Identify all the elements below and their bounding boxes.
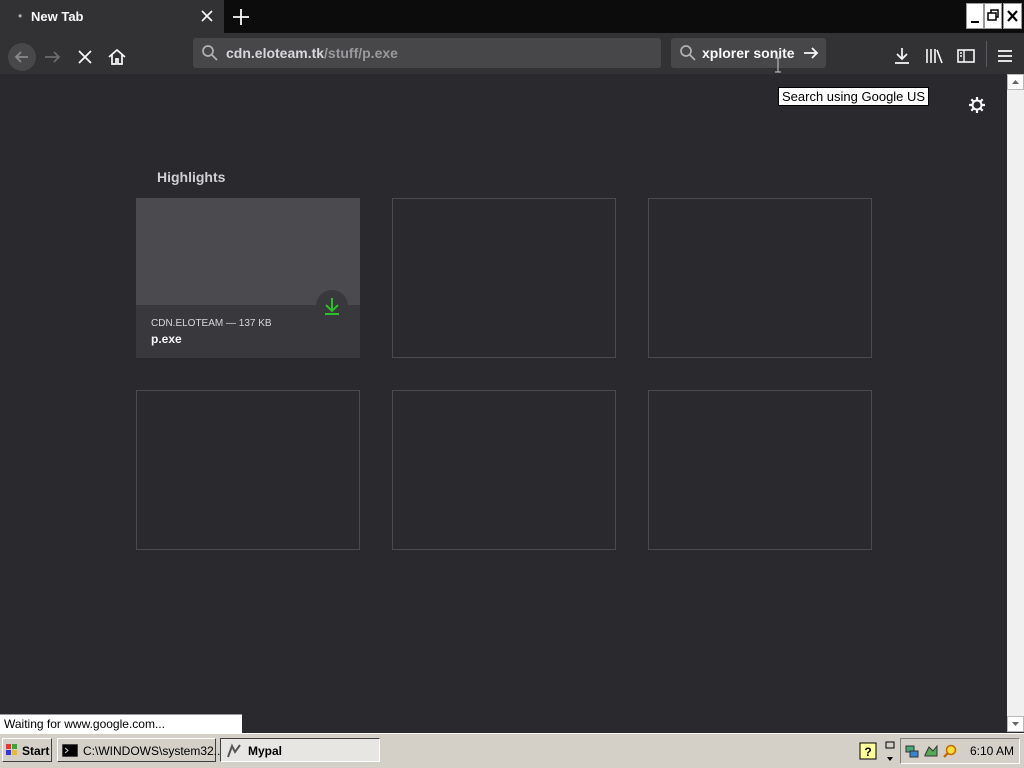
taskbar-item-cmd[interactable]: C:\WINDOWS\system32... — [57, 738, 224, 762]
search-tooltip: Search using Google US — [778, 87, 930, 106]
highlight-thumbnail — [136, 198, 360, 305]
search-icon — [202, 45, 218, 61]
sidebar-icon[interactable] — [955, 45, 977, 67]
url-host: cdn.eloteam.tk — [226, 45, 325, 61]
scroll-up-button[interactable] — [1007, 74, 1024, 90]
forward-arrow-icon[interactable] — [42, 46, 64, 68]
security-icon[interactable] — [923, 743, 939, 759]
highlight-source: CDN.ELOTEAM — 137 KB — [151, 318, 272, 329]
url-bar[interactable]: cdn.eloteam.tk/stuff/p.exe — [193, 38, 661, 68]
restore-button[interactable] — [984, 3, 1002, 29]
vertical-scrollbar[interactable] — [1007, 74, 1024, 732]
magnifier-tray-icon[interactable] — [942, 743, 958, 759]
url-text: cdn.eloteam.tk/stuff/p.exe — [226, 45, 398, 61]
download-icon — [325, 298, 339, 315]
clock: 6:10 AM — [970, 744, 1015, 758]
back-arrow-icon — [14, 51, 28, 63]
downloads-icon[interactable] — [891, 45, 913, 67]
taskbar-item-label: Mypal — [248, 744, 283, 758]
back-button[interactable] — [8, 43, 36, 71]
chevron-down-icon — [1012, 722, 1019, 726]
download-badge — [316, 290, 348, 322]
tab-loading-dot: • — [18, 9, 23, 23]
search-icon — [680, 45, 696, 61]
empty-highlight-slot — [392, 198, 616, 358]
status-panel: Waiting for www.google.com... — [0, 714, 242, 733]
url-path: /stuff/p.exe — [324, 45, 398, 61]
chevron-up-icon — [1012, 80, 1019, 84]
empty-highlight-slot — [648, 198, 872, 358]
help-icon[interactable]: ? — [859, 742, 877, 760]
highlight-card[interactable]: CDN.ELOTEAM — 137 KB p.exe — [136, 198, 360, 358]
mypal-icon — [227, 743, 241, 758]
toolbar-separator — [986, 41, 987, 67]
new-tab-plus-icon[interactable] — [230, 6, 252, 28]
network-icon[interactable] — [904, 743, 920, 759]
home-icon[interactable] — [106, 46, 128, 68]
hamburger-menu-icon[interactable] — [994, 45, 1016, 67]
gear-icon[interactable] — [967, 95, 987, 115]
taskbar-item-mypal[interactable]: Mypal — [220, 738, 380, 762]
system-tray: 6:10 AM — [900, 738, 1020, 764]
start-button[interactable]: Start — [2, 738, 52, 762]
tab-title: New Tab — [31, 9, 84, 24]
tab-new-tab[interactable]: • New Tab — [0, 0, 224, 33]
close-icon[interactable] — [199, 8, 215, 24]
status-text: Waiting for www.google.com... — [4, 717, 165, 731]
library-icon[interactable] — [923, 45, 945, 67]
scroll-down-button[interactable] — [1007, 716, 1024, 732]
tab-strip: • New Tab — [0, 0, 1024, 33]
search-go-arrow-icon[interactable] — [801, 43, 821, 63]
empty-highlight-slot — [648, 390, 872, 550]
language-bar-icon[interactable] — [884, 739, 896, 765]
console-icon — [62, 744, 78, 757]
search-bar[interactable]: xplorer sonite — [671, 38, 826, 68]
empty-highlight-slot — [136, 390, 360, 550]
highlights-heading: Highlights — [157, 169, 226, 185]
empty-highlight-slot — [392, 390, 616, 550]
minimize-button[interactable] — [966, 3, 984, 29]
text-cursor-icon — [775, 57, 781, 73]
taskbar: Start C:\WINDOWS\system32... Mypal ? 6:1… — [0, 733, 1024, 768]
highlight-title: p.exe — [151, 332, 182, 346]
windows-logo-icon — [6, 744, 17, 755]
close-window-button[interactable] — [1003, 3, 1022, 29]
svg-text:?: ? — [864, 745, 871, 759]
taskbar-item-label: C:\WINDOWS\system32... — [83, 744, 224, 758]
start-label: Start — [22, 744, 50, 758]
stop-icon[interactable] — [74, 46, 96, 68]
